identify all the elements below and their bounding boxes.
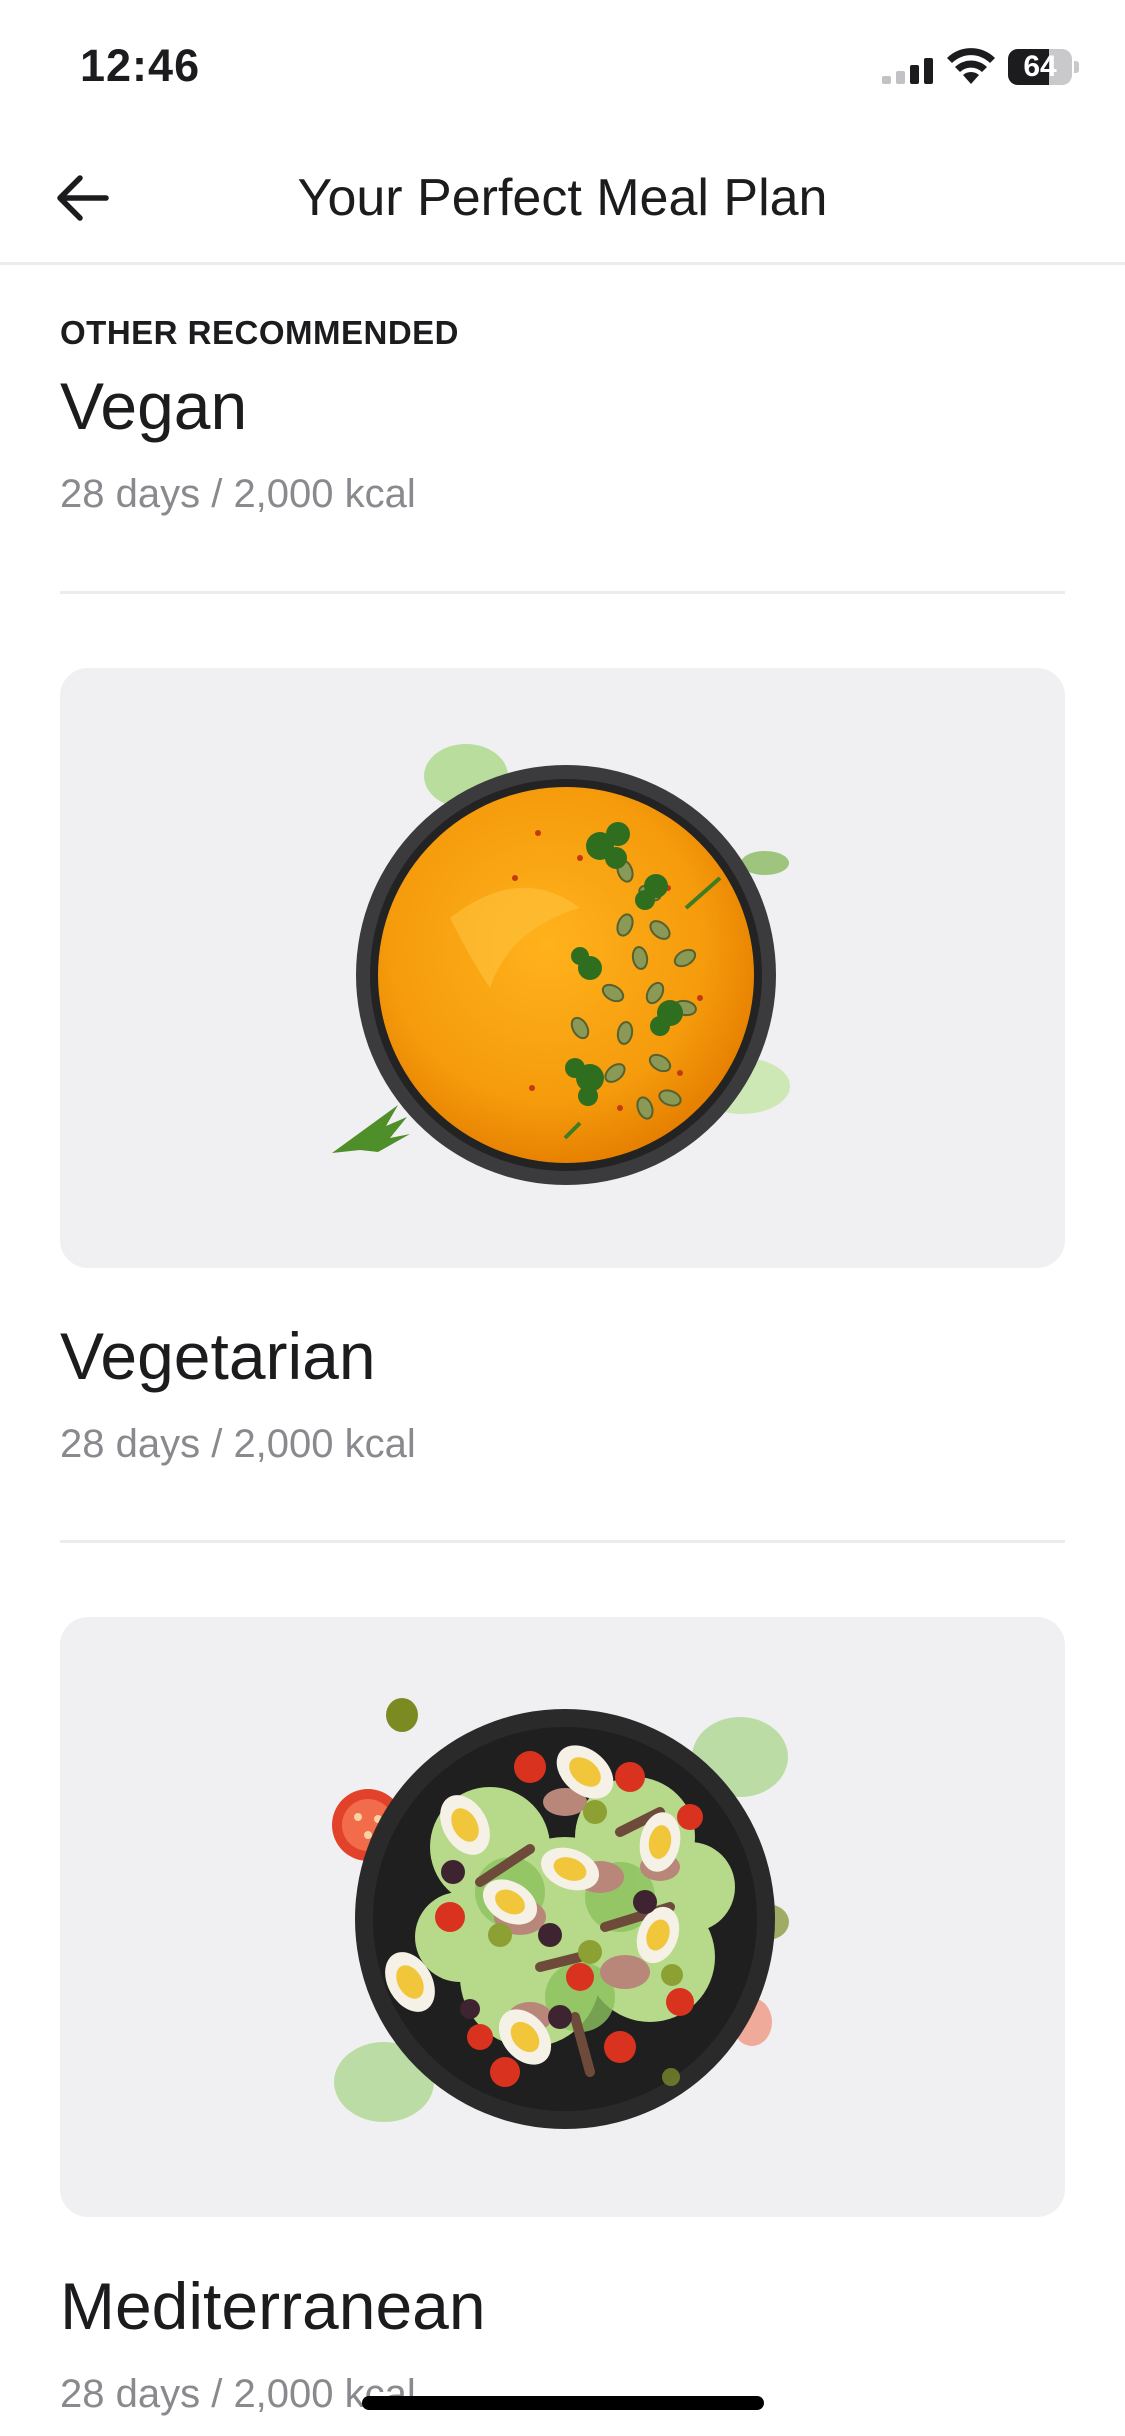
divider [60,1540,1065,1543]
plan-name-vegan[interactable]: Vegan [60,368,247,444]
plan-name-mediterranean[interactable]: Mediterranean [60,2268,486,2344]
plan-meta-vegan: 28 days / 2,000 kcal [60,472,416,516]
salad-bowl-image [332,1698,789,2129]
pumpkin-soup-image [332,744,790,1185]
home-indicator[interactable] [362,2396,764,2410]
plan-meta-mediterranean: 28 days / 2,000 kcal [60,2372,416,2416]
battery-icon: 64 [1008,49,1079,85]
battery-level: 64 [1023,50,1057,83]
cellular-signal-icon [882,58,933,84]
plan-meta-vegetarian: 28 days / 2,000 kcal [60,1422,416,1466]
divider [60,591,1065,594]
plan-card-mediterranean[interactable] [60,1617,1065,2217]
nav-header: Your Perfect Meal Plan [0,140,1125,265]
status-time: 12:46 [80,40,201,91]
wifi-icon [947,48,995,84]
status-bar: 12:46 64 [0,0,1125,140]
section-label: OTHER RECOMMENDED [60,314,460,351]
plan-card-vegetarian[interactable] [60,668,1065,1268]
page-title: Your Perfect Meal Plan [297,169,828,227]
plan-name-vegetarian[interactable]: Vegetarian [60,1318,376,1394]
